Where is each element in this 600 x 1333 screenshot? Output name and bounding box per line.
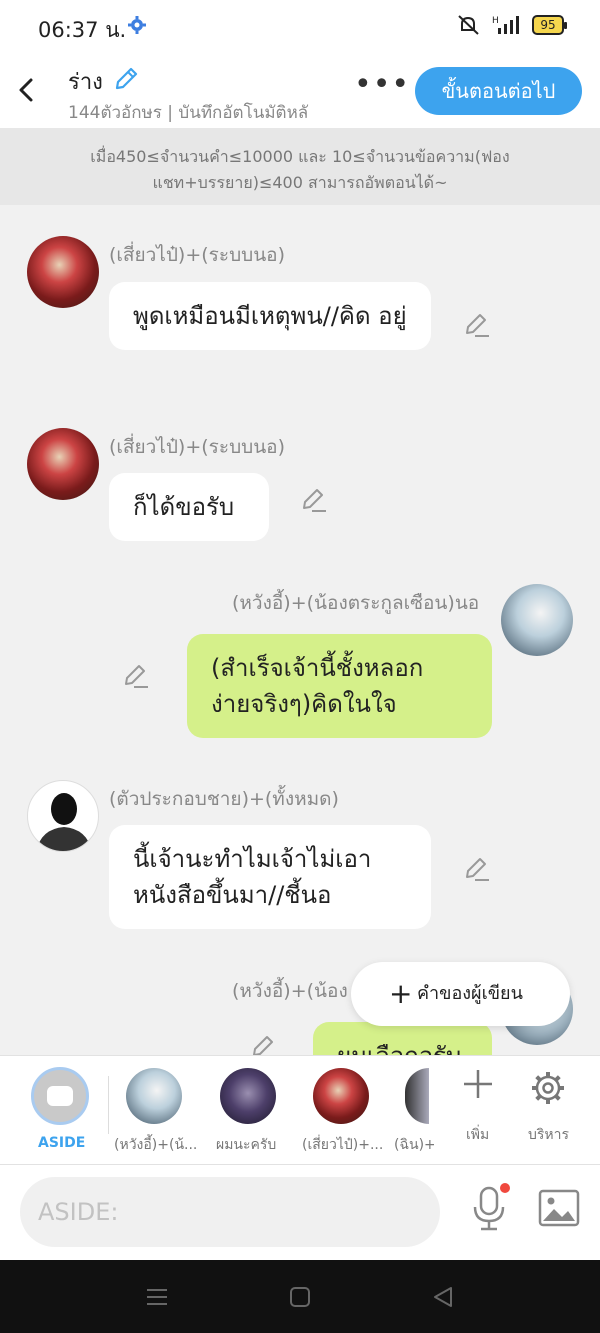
signal-type-label: H <box>492 16 499 26</box>
draft-title: ร่าง <box>68 70 103 95</box>
message-bubble[interactable]: (สำเร็จเจ้านี้ชั้งหลอก ง่ายจริงๆ)คิดในใจ <box>187 634 492 738</box>
character-avatar[interactable] <box>220 1068 276 1124</box>
notification-dot <box>500 1183 510 1193</box>
aside-chat-icon <box>47 1086 73 1106</box>
aside-label: ASIDE <box>38 1135 86 1151</box>
home-icon[interactable] <box>287 1284 313 1310</box>
silhouette-icon <box>36 793 92 851</box>
avatar[interactable] <box>27 428 99 500</box>
image-gallery-icon[interactable] <box>538 1189 580 1227</box>
chat-area[interactable]: (เสี่ยวไป๋)+(ระบบนอ) พูดเหมือนมีเหตุพน//… <box>0 205 600 1055</box>
edit-pencil-icon[interactable] <box>300 486 328 514</box>
edit-pencil-icon[interactable] <box>463 311 491 339</box>
system-nav-bar <box>0 1260 600 1333</box>
menu-icon[interactable] <box>144 1284 170 1310</box>
message-speaker: (เสี่ยวไป๋)+(ระบบนอ) <box>109 436 286 458</box>
add-character-icon[interactable] <box>462 1068 494 1100</box>
character-name: (หวังอี้)+(น้... <box>114 1137 196 1153</box>
mute-bell-icon <box>458 15 479 35</box>
settings-gear-icon <box>128 16 146 34</box>
message-speaker: (หวังอี้)+(น้องตระกูลเซือน)นอ <box>232 592 480 614</box>
character-avatar[interactable] <box>126 1068 182 1124</box>
signal-icon: H <box>492 16 519 34</box>
divider <box>108 1076 109 1134</box>
status-time: 06:37 น. <box>38 18 127 42</box>
character-avatar[interactable] <box>405 1068 429 1124</box>
add-character-label[interactable]: เพิ่ม <box>466 1124 489 1146</box>
back-arrow-icon[interactable] <box>16 74 38 106</box>
edit-pencil-icon[interactable] <box>250 1033 278 1055</box>
avatar[interactable] <box>27 236 99 308</box>
compose-bar <box>0 1165 600 1260</box>
more-options-button[interactable]: ••• <box>354 70 409 104</box>
next-step-button[interactable]: ขั้นตอนต่อไป <box>415 67 582 115</box>
character-name: ผมนะครับ <box>216 1137 277 1153</box>
author-note-label: คำของผู้เขียน <box>417 983 523 1004</box>
message-speaker: (เสี่ยวไป๋)+(ระบบนอ) <box>109 244 286 266</box>
back-triangle-icon[interactable] <box>430 1284 456 1310</box>
message-bubble[interactable]: นี้เจ้านะทำไมเจ้าไม่เอา หนังสือขึ้นมา//ช… <box>109 825 431 929</box>
message-bubble[interactable]: พูดเหมือนมีเหตุพน//คิด อยู่ <box>109 282 431 350</box>
message-bubble[interactable]: ผมเลือกอรับ <box>313 1022 492 1055</box>
editor-header: ร่าง 144ตัวอักษร | บันทึกอัตโนมัติหลั ••… <box>0 52 600 128</box>
edit-title-pencil-icon[interactable] <box>112 65 140 93</box>
character-name: (ฉิน)+ <box>394 1137 434 1153</box>
avatar[interactable] <box>501 584 573 656</box>
aside-selector[interactable] <box>31 1067 89 1125</box>
edit-pencil-icon[interactable] <box>122 662 150 690</box>
avatar[interactable] <box>27 780 99 852</box>
author-note-button[interactable]: + คำของผู้เขียน <box>351 962 570 1026</box>
status-indicators: H 95 <box>456 14 567 36</box>
character-name: (เสี่ยวไป๋)+... <box>302 1137 382 1153</box>
status-bar: 06:37 น. H 95 <box>0 0 600 52</box>
character-avatar[interactable] <box>313 1068 369 1124</box>
character-selector: ASIDE (หวังอี้)+(น้... ผมนะครับ (เสี่ยวไ… <box>0 1055 600 1165</box>
manage-label[interactable]: บริหาร <box>528 1124 569 1146</box>
battery-icon: 95 <box>532 15 567 35</box>
message-speaker: (หวังอี้)+(น้อง <box>232 980 348 1002</box>
manage-gear-icon[interactable] <box>530 1070 566 1106</box>
edit-pencil-icon[interactable] <box>463 855 491 883</box>
word-count-autosave: 144ตัวอักษร | บันทึกอัตโนมัติหลั <box>68 103 309 123</box>
publish-requirement-notice: เมื่อ450≤จำนวนคำ≤10000 และ 10≤จำนวนข้อคว… <box>0 128 600 205</box>
message-bubble[interactable]: ก็ได้ขอรับ <box>109 473 269 541</box>
message-speaker: (ตัวประกอบชาย)+(ทั้งหมด) <box>109 788 339 810</box>
message-input[interactable] <box>20 1177 440 1247</box>
plus-icon: + <box>389 977 413 1010</box>
